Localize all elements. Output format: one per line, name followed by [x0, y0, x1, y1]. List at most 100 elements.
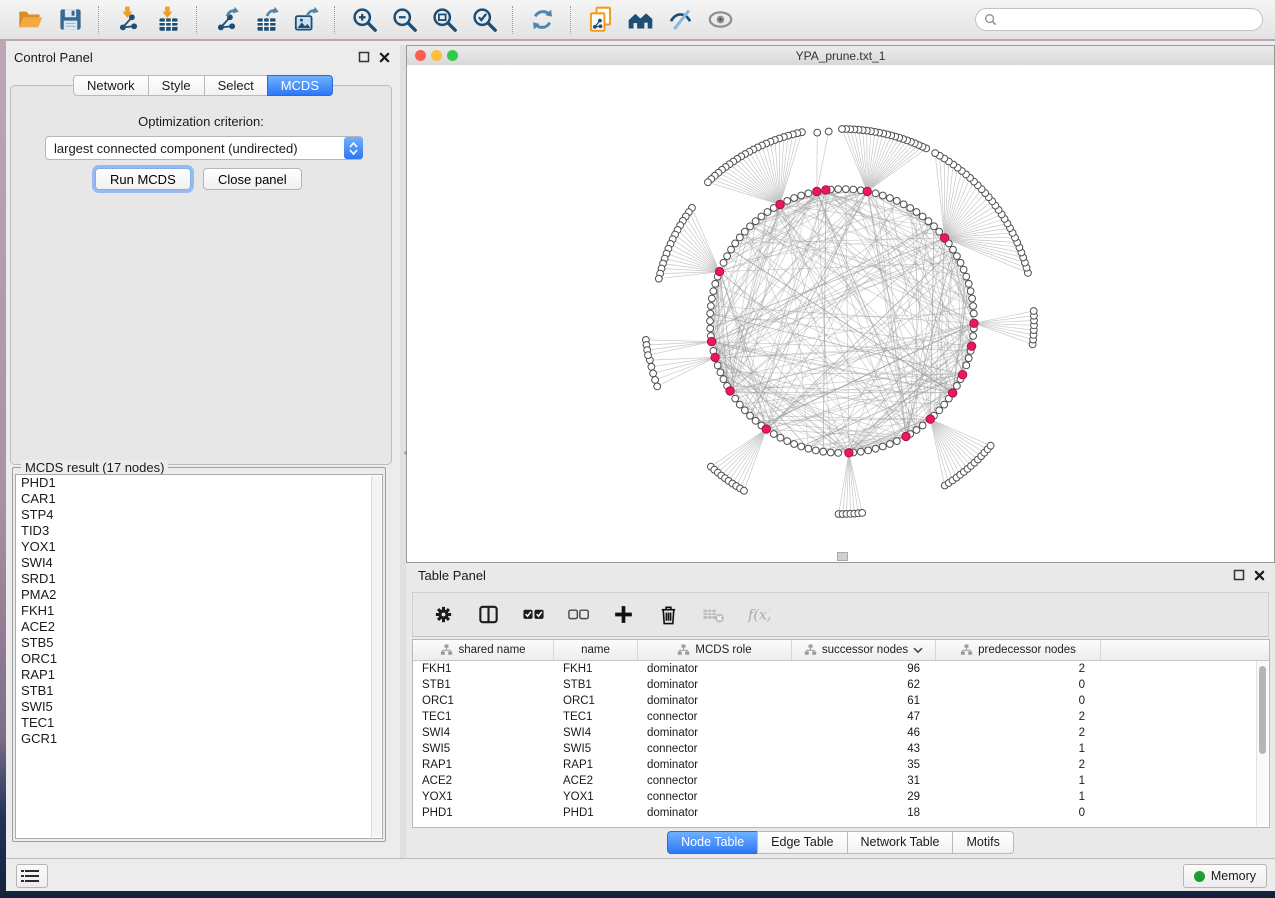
import-table-icon[interactable]	[151, 4, 185, 36]
hide-panel-icon[interactable]	[663, 4, 697, 36]
export-network-icon[interactable]	[209, 4, 243, 36]
mcds-result-item[interactable]: TID3	[16, 523, 382, 539]
float-panel-icon[interactable]	[358, 51, 370, 63]
zoom-selected-icon[interactable]	[467, 4, 501, 36]
save-session-icon[interactable]	[53, 4, 87, 36]
mcds-result-item[interactable]: SWI4	[16, 555, 382, 571]
tab-select[interactable]: Select	[204, 75, 268, 96]
table-row[interactable]: ORC1ORC1dominator610	[413, 693, 1269, 709]
delete-table-icon[interactable]	[699, 601, 727, 629]
column-header[interactable]: name	[554, 640, 638, 660]
close-table-panel-icon[interactable]	[1254, 570, 1265, 581]
export-table-icon[interactable]	[249, 4, 283, 36]
tree-column-icon	[440, 644, 453, 656]
mcds-result-item[interactable]: CAR1	[16, 491, 382, 507]
table-row[interactable]: PHD1PHD1dominator180	[413, 805, 1269, 821]
table-tab-edge-table[interactable]: Edge Table	[757, 831, 847, 854]
table-cell: TEC1	[554, 709, 638, 725]
table-toolbar: f(x)	[412, 592, 1269, 637]
table-row[interactable]: SWI5SWI5connector431	[413, 741, 1269, 757]
export-image-icon[interactable]	[289, 4, 323, 36]
tree-column-icon	[677, 644, 690, 656]
refresh-layout-icon[interactable]	[525, 4, 559, 36]
mcds-tab-content: Optimization criterion: largest connecte…	[10, 85, 392, 465]
table-row[interactable]: FKH1FKH1dominator962	[413, 661, 1269, 677]
mcds-result-item[interactable]: STB1	[16, 683, 382, 699]
zoom-out-icon[interactable]	[387, 4, 421, 36]
zoom-in-icon[interactable]	[347, 4, 381, 36]
table-row[interactable]: SWI4SWI4dominator462	[413, 725, 1269, 741]
run-mcds-button[interactable]: Run MCDS	[95, 168, 191, 190]
mcds-result-item[interactable]: GCR1	[16, 731, 382, 747]
table-panel-title: Table Panel	[418, 568, 486, 583]
table-row[interactable]: YOX1YOX1connector291	[413, 789, 1269, 805]
table-cell: TEC1	[413, 709, 554, 725]
mcds-result-item[interactable]: SWI5	[16, 699, 382, 715]
criterion-select[interactable]: largest connected component (undirected)	[45, 136, 363, 160]
mcds-result-item[interactable]: PHD1	[16, 475, 382, 491]
mcds-result-item[interactable]: ACE2	[16, 619, 382, 635]
horizontal-splitter-grip[interactable]	[837, 552, 848, 561]
mcds-result-item[interactable]: YOX1	[16, 539, 382, 555]
table-cell: dominator	[638, 693, 792, 709]
table-tab-network-table[interactable]: Network Table	[847, 831, 954, 854]
show-panel-icon[interactable]	[703, 4, 737, 36]
node-table: shared namenameMCDS rolesuccessor nodesp…	[412, 639, 1270, 828]
mcds-result-item[interactable]: ORC1	[16, 651, 382, 667]
close-panel-button[interactable]: Close panel	[203, 168, 302, 190]
tab-mcds[interactable]: MCDS	[267, 75, 333, 96]
tab-network[interactable]: Network	[73, 75, 149, 96]
function-builder-icon[interactable]: f(x)	[744, 601, 772, 629]
mcds-result-item[interactable]: TEC1	[16, 715, 382, 731]
table-row[interactable]: ACE2ACE2connector311	[413, 773, 1269, 789]
close-panel-icon[interactable]	[379, 52, 390, 63]
column-header[interactable]: predecessor nodes	[936, 640, 1101, 660]
table-row[interactable]: STB1STB1dominator620	[413, 677, 1269, 693]
table-cell: 62	[792, 677, 936, 693]
column-header[interactable]: MCDS role	[638, 640, 792, 660]
table-cell: 1	[936, 773, 1101, 789]
network-graph[interactable]	[407, 65, 1274, 562]
settings-gear-icon[interactable]	[429, 601, 457, 629]
toolbar-separator	[334, 6, 336, 34]
clone-network-icon[interactable]	[583, 4, 617, 36]
mcds-result-item[interactable]: RAP1	[16, 667, 382, 683]
search-input[interactable]	[1002, 12, 1254, 28]
table-cell: PHD1	[413, 805, 554, 821]
network-canvas[interactable]	[407, 65, 1274, 562]
delete-column-icon[interactable]	[654, 601, 682, 629]
tab-style[interactable]: Style	[148, 75, 205, 96]
mcds-result-group: MCDS result (17 nodes) PHD1CAR1STP4TID3Y…	[12, 467, 386, 842]
table-cell: connector	[638, 709, 792, 725]
table-tab-motifs[interactable]: Motifs	[952, 831, 1013, 854]
deselect-all-checks-icon[interactable]	[564, 601, 592, 629]
column-header[interactable]: successor nodes	[792, 640, 936, 660]
mcds-result-item[interactable]: FKH1	[16, 603, 382, 619]
float-table-panel-icon[interactable]	[1233, 569, 1245, 581]
select-all-checks-icon[interactable]	[519, 601, 547, 629]
mcds-result-item[interactable]: STB5	[16, 635, 382, 651]
add-column-icon[interactable]	[609, 601, 637, 629]
table-cell: 96	[792, 661, 936, 677]
table-row[interactable]: RAP1RAP1dominator352	[413, 757, 1269, 773]
table-panel-header: Table Panel	[406, 563, 1275, 587]
column-header[interactable]: shared name	[413, 640, 554, 660]
open-file-icon[interactable]	[13, 4, 47, 36]
mcds-result-item[interactable]: SRD1	[16, 571, 382, 587]
zoom-fit-icon[interactable]	[427, 4, 461, 36]
mcds-result-item[interactable]: PMA2	[16, 587, 382, 603]
column-visibility-icon[interactable]	[474, 601, 502, 629]
table-cell: 18	[792, 805, 936, 821]
table-tab-node-table[interactable]: Node Table	[667, 831, 758, 854]
memory-button[interactable]: Memory	[1183, 864, 1267, 888]
import-network-icon[interactable]	[111, 4, 145, 36]
table-scrollbar-thumb[interactable]	[1259, 666, 1266, 754]
table-cell: FKH1	[413, 661, 554, 677]
task-history-button[interactable]	[16, 864, 48, 888]
table-scrollbar[interactable]	[1256, 661, 1268, 826]
mcds-result-item[interactable]: STP4	[16, 507, 382, 523]
table-row[interactable]: TEC1TEC1connector472	[413, 709, 1269, 725]
network-overview-icon[interactable]	[623, 4, 657, 36]
table-cell: ORC1	[413, 693, 554, 709]
mcds-list-scrollbar[interactable]	[371, 476, 381, 837]
